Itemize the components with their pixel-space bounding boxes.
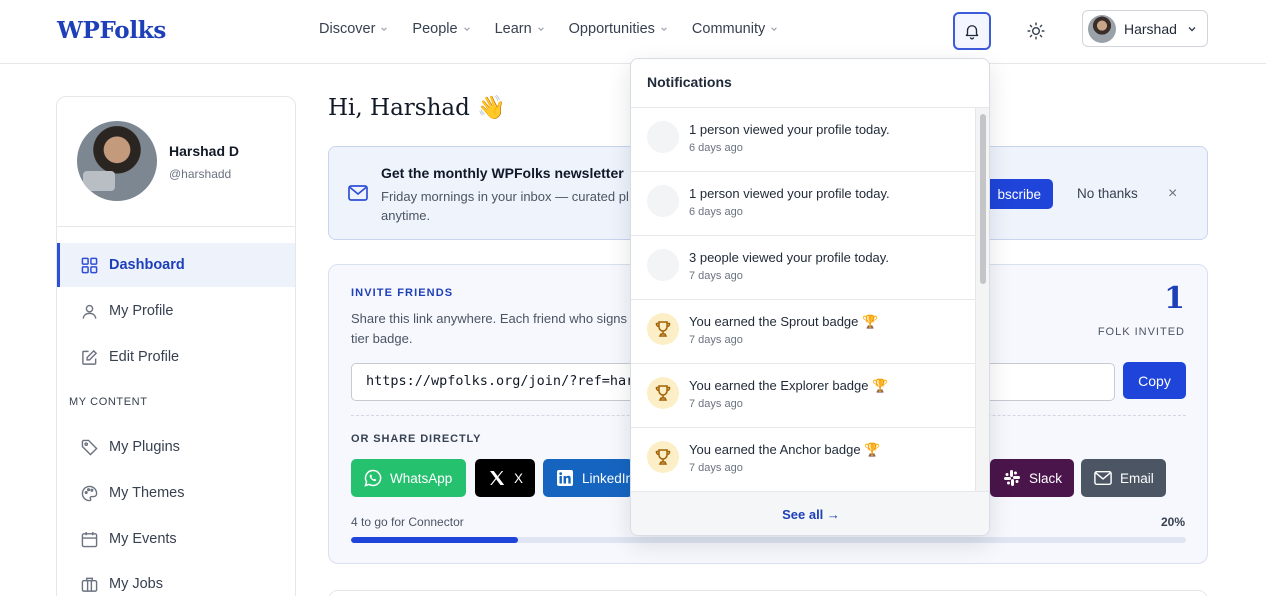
user-menu-name: Harshad <box>1124 20 1177 37</box>
sidebar-item-dashboard[interactable]: Dashboard <box>57 243 295 287</box>
notification-message: You earned the Explorer badge 🏆 <box>689 378 889 393</box>
notification-time: 6 days ago <box>689 206 743 218</box>
edit-icon <box>80 348 98 366</box>
palette-icon <box>80 484 98 502</box>
notification-message: You earned the Sprout badge 🏆 <box>689 314 879 329</box>
progress-label: 4 to go for Connector <box>351 515 464 529</box>
notification-message: 1 person viewed your profile today. <box>689 122 890 137</box>
trophy-icon <box>647 313 679 345</box>
calendar-icon <box>80 530 98 548</box>
invite-count: 1 <box>1164 281 1185 316</box>
nav-people[interactable]: People <box>412 21 470 37</box>
section-label-my-content: MY CONTENT <box>69 396 148 408</box>
notifications-button[interactable] <box>953 12 991 50</box>
nav-discover[interactable]: Discover <box>319 21 388 37</box>
profile-card: Harshad D @harshadd <box>57 97 295 227</box>
scrollbar[interactable] <box>975 108 989 491</box>
profile-handle: @harshadd <box>169 167 232 181</box>
newsletter-title: Get the monthly WPFolks newsletter <box>381 165 624 181</box>
nav-opportunities[interactable]: Opportunities <box>569 21 668 37</box>
chevron-down-icon <box>463 27 470 31</box>
progress-bar-fill <box>351 537 518 543</box>
profile-name: Harshad D <box>169 143 240 159</box>
mail-icon <box>1094 470 1112 486</box>
sidebar-item-my-profile[interactable]: My Profile <box>57 289 295 333</box>
notification-item[interactable]: You earned the Explorer badge 🏆 7 days a… <box>631 364 975 428</box>
close-icon[interactable]: × <box>1168 185 1177 203</box>
profile-avatar <box>77 121 157 201</box>
avatar <box>1088 14 1116 43</box>
briefcase-icon <box>80 575 98 593</box>
bell-icon <box>965 25 979 40</box>
grid-icon <box>80 256 98 274</box>
invite-count-label: FOLK INVITED <box>1097 326 1185 338</box>
chevron-down-icon <box>381 27 388 31</box>
user-menu-button[interactable]: Harshad <box>1082 10 1208 47</box>
notification-item[interactable]: 3 people viewed your profile today. 7 da… <box>631 236 975 300</box>
see-all-link[interactable]: See all → <box>631 491 989 535</box>
notification-message: 1 person viewed your profile today. <box>689 186 890 201</box>
sidebar-item-my-jobs[interactable]: My Jobs <box>57 562 295 596</box>
nav-community[interactable]: Community <box>692 21 778 37</box>
mail-icon <box>348 185 368 201</box>
theme-toggle-button[interactable] <box>1024 19 1048 43</box>
share-whatsapp-button[interactable]: WhatsApp <box>351 459 466 497</box>
top-navbar: WPFolks Discover People Learn Opportunit… <box>0 0 1266 64</box>
tag-icon <box>80 438 98 456</box>
chevron-down-icon <box>771 27 778 31</box>
avatar-placeholder <box>647 121 679 153</box>
notification-item[interactable]: You earned the Sprout badge 🏆 7 days ago <box>631 300 975 364</box>
trophy-icon <box>647 441 679 473</box>
x-logo-icon <box>488 469 506 487</box>
notifications-dropdown: Notifications 1 person viewed your profi… <box>630 58 990 536</box>
notification-item[interactable]: 1 person viewed your profile today. 6 da… <box>631 108 975 172</box>
sidebar-item-my-events[interactable]: My Events <box>57 517 295 561</box>
sidebar: Harshad D @harshadd Dashboard My Profile… <box>56 96 296 596</box>
progress-bar <box>351 537 1186 543</box>
newsletter-text: Friday mornings in your inbox — curated … <box>381 189 629 223</box>
notification-message: You earned the Anchor badge 🏆 <box>689 442 881 457</box>
sidebar-item-my-plugins[interactable]: My Plugins <box>57 425 295 469</box>
trophy-icon <box>647 377 679 409</box>
notification-time: 7 days ago <box>689 334 743 346</box>
nav-learn[interactable]: Learn <box>495 21 545 37</box>
share-label: OR SHARE DIRECTLY <box>351 433 482 445</box>
sun-icon <box>1027 22 1045 40</box>
share-x-button[interactable]: X <box>475 459 535 497</box>
copy-button[interactable]: Copy <box>1123 362 1186 399</box>
slack-icon <box>1003 469 1021 487</box>
avatar-placeholder <box>647 249 679 281</box>
notification-time: 7 days ago <box>689 462 743 474</box>
scrollbar-thumb[interactable] <box>980 114 986 284</box>
site-logo[interactable]: WPFolks <box>57 17 166 44</box>
sidebar-item-my-themes[interactable]: My Themes <box>57 471 295 515</box>
notification-item[interactable]: You earned the Anchor badge 🏆 7 days ago <box>631 428 975 491</box>
no-thanks-button[interactable]: No thanks <box>1077 186 1138 201</box>
invite-text: Share this link anywhere. Each friend wh… <box>351 311 638 346</box>
linkedin-icon <box>556 469 574 487</box>
chevron-down-icon <box>661 27 667 31</box>
page-title: Hi, Harshad 👋 <box>328 95 506 121</box>
notification-time: 6 days ago <box>689 142 743 154</box>
user-icon <box>80 302 98 320</box>
notification-time: 7 days ago <box>689 398 743 410</box>
chevron-down-icon <box>1188 26 1196 31</box>
notification-time: 7 days ago <box>689 270 743 282</box>
share-linkedin-button[interactable]: LinkedIn <box>543 459 633 497</box>
share-slack-button[interactable]: Slack <box>990 459 1074 497</box>
share-email-button[interactable]: Email <box>1081 459 1166 497</box>
next-card <box>328 590 1208 596</box>
chevron-down-icon <box>537 27 544 31</box>
notification-item[interactable]: 1 person viewed your profile today. 6 da… <box>631 172 975 236</box>
sidebar-item-edit-profile[interactable]: Edit Profile <box>57 335 295 379</box>
main-nav: Discover People Learn Opportunities Comm… <box>319 21 802 37</box>
notifications-list: 1 person viewed your profile today. 6 da… <box>631 108 975 491</box>
notifications-title: Notifications <box>631 59 989 108</box>
progress-percent: 20% <box>1160 515 1185 529</box>
notification-message: 3 people viewed your profile today. <box>689 250 889 265</box>
whatsapp-icon <box>364 469 382 487</box>
invite-label: INVITE FRIENDS <box>351 287 454 299</box>
avatar-placeholder <box>647 185 679 217</box>
